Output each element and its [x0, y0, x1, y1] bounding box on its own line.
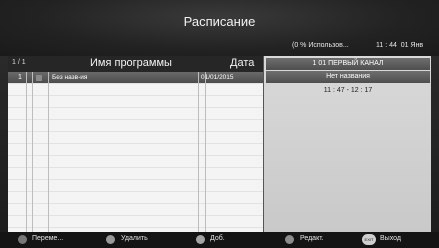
- record-marker-icon: [36, 75, 42, 81]
- column-divider: [32, 72, 33, 232]
- column-divider: [198, 72, 199, 232]
- add-button[interactable]: Доб.: [210, 235, 225, 242]
- exit-icon: EXIT: [362, 234, 376, 245]
- empty-row: [8, 144, 263, 156]
- list-item[interactable]: 1 Без назв-ия 01/01/2015: [8, 72, 263, 84]
- item-number: 1: [18, 74, 22, 81]
- arrows-icon: [18, 235, 27, 244]
- move-button[interactable]: Переме...: [32, 235, 63, 242]
- empty-row: [8, 168, 263, 180]
- header: Расписание (0 % Использов... 11 : 44 01 …: [0, 0, 439, 56]
- column-divider: [205, 72, 206, 232]
- column-divider: [26, 72, 27, 232]
- program-title: Нет названия: [266, 71, 430, 83]
- column-header-date: Дата: [230, 57, 255, 69]
- delete-button[interactable]: Удалить: [121, 235, 148, 242]
- empty-row: [8, 108, 263, 120]
- footer-bar: Переме... Удалить Доб. Редакт. EXIT Выхо…: [0, 232, 439, 248]
- empty-row: [8, 84, 263, 96]
- exit-button[interactable]: Выход: [380, 235, 401, 242]
- empty-row: [8, 192, 263, 204]
- page-title: Расписание: [183, 14, 256, 29]
- epg-screen: Расписание (0 % Использов... 11 : 44 01 …: [0, 0, 439, 248]
- empty-row: [8, 156, 263, 168]
- item-name: Без назв-ия: [52, 74, 88, 81]
- empty-row: [8, 120, 263, 132]
- yellow-button-icon: [285, 235, 294, 244]
- empty-row: [8, 96, 263, 108]
- column-divider: [48, 72, 49, 232]
- schedule-list: 1 / 1 Имя программы Дата 1 Без назв-ия 0…: [8, 56, 263, 232]
- column-header-name: Имя программы: [90, 57, 172, 69]
- red-button-icon: [106, 235, 115, 244]
- program-info-panel: 1 01 ПЕРВЫЙ КАНАЛ Нет названия 11 : 47 -…: [263, 56, 431, 232]
- green-button-icon: [196, 235, 205, 244]
- edit-button[interactable]: Редакт.: [300, 235, 324, 242]
- list-header: 1 / 1 Имя программы Дата: [8, 56, 263, 72]
- channel-name: 1 01 ПЕРВЫЙ КАНАЛ: [266, 58, 430, 70]
- clock: 11 : 44 01 Янв: [376, 42, 423, 49]
- clock-time: 11 : 44: [376, 42, 397, 49]
- clock-date: 01 Янв: [400, 42, 424, 49]
- page-indicator: 1 / 1: [12, 59, 26, 66]
- program-time: 11 : 47 - 12 : 17: [323, 87, 373, 94]
- empty-row: [8, 180, 263, 192]
- storage-status: (0 % Использов...: [292, 42, 349, 49]
- empty-row: [8, 216, 263, 228]
- empty-row: [8, 204, 263, 216]
- empty-row: [8, 132, 263, 144]
